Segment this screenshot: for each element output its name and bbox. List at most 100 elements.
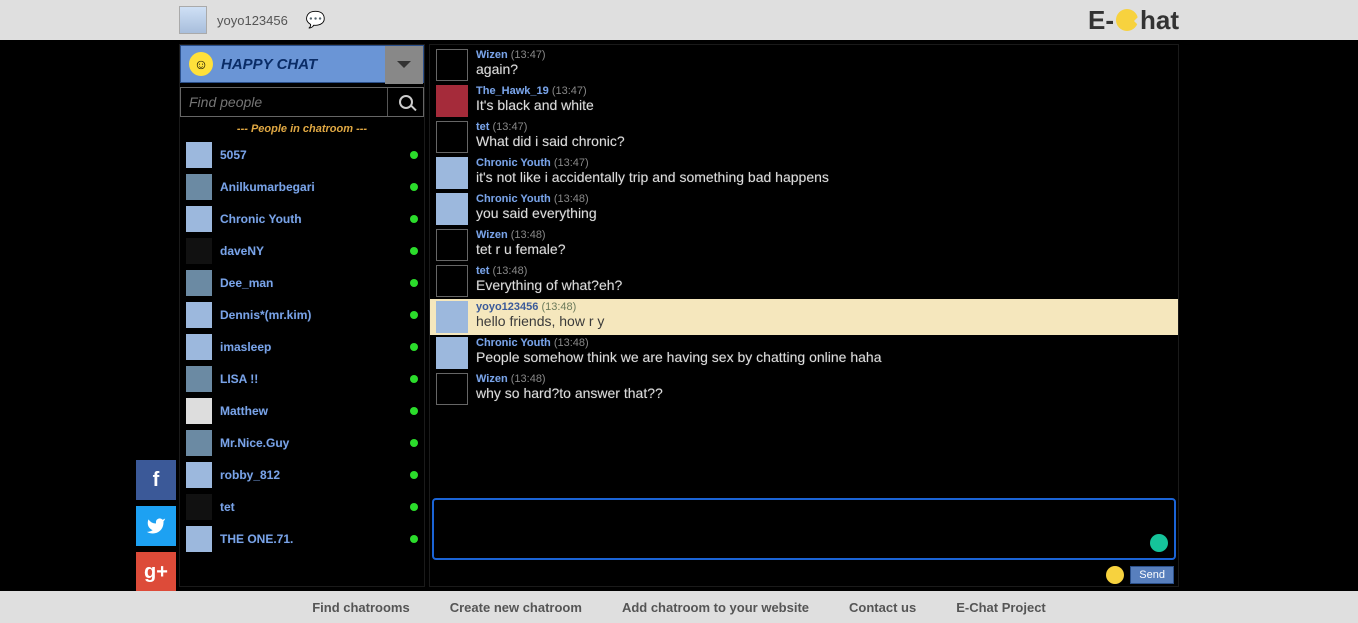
twitter-share[interactable]: [136, 506, 176, 546]
chat-message: yoyo123456 (13:48)hello friends, how r y: [430, 299, 1178, 335]
person-avatar-icon: [186, 334, 212, 360]
message-author[interactable]: Chronic Youth: [476, 157, 551, 169]
chat-message: Wizen (13:48)tet r u female?: [430, 227, 1178, 263]
chat-message: Wizen (13:48)why so hard?to answer that?…: [430, 371, 1178, 407]
message-text: hello friends, how r y: [476, 313, 1172, 329]
list-item[interactable]: Chronic Youth: [180, 203, 424, 235]
message-time: (13:47): [489, 121, 527, 133]
footer-create[interactable]: Create new chatroom: [450, 600, 582, 615]
person-avatar-icon: [186, 494, 212, 520]
current-user[interactable]: yoyo123456 💬: [179, 6, 326, 34]
person-name: robby_812: [220, 468, 402, 482]
input-area: [432, 498, 1176, 560]
messages-icon[interactable]: 💬: [306, 10, 326, 30]
list-item[interactable]: tet: [180, 491, 424, 523]
chat-message: tet (13:47)What did i said chronic?: [430, 119, 1178, 155]
emoji-button[interactable]: [1106, 566, 1124, 584]
list-item[interactable]: robby_812: [180, 459, 424, 491]
people-list[interactable]: 5057 Anilkumarbegari Chronic Youth daveNY De…: [180, 139, 424, 586]
message-avatar-icon: [436, 85, 468, 117]
user-avatar-icon: [179, 6, 207, 34]
online-dot-icon: [410, 247, 418, 255]
message-time: (13:48): [551, 193, 589, 205]
message-author[interactable]: tet: [476, 265, 489, 277]
people-header: --- People in chatroom ---: [180, 117, 424, 139]
room-dropdown[interactable]: [385, 46, 423, 84]
person-name: Anilkumarbegari: [220, 180, 402, 194]
list-item[interactable]: Dennis*(mr.kim): [180, 299, 424, 331]
message-input[interactable]: [432, 498, 1176, 560]
message-author[interactable]: Wizen: [476, 373, 508, 385]
person-name: imasleep: [220, 340, 402, 354]
facebook-share[interactable]: f: [136, 460, 176, 500]
person-name: Dennis*(mr.kim): [220, 308, 402, 322]
message-avatar-icon: [436, 301, 468, 333]
message-author[interactable]: Chronic Youth: [476, 193, 551, 205]
list-item[interactable]: imasleep: [180, 331, 424, 363]
grammarly-icon[interactable]: [1150, 534, 1168, 552]
message-time: (13:47): [551, 157, 589, 169]
chat-log[interactable]: Wizen (13:47)again?The_Hawk_19 (13:47)It…: [430, 45, 1178, 492]
message-time: (13:47): [508, 49, 546, 61]
message-avatar-icon: [436, 337, 468, 369]
googleplus-share[interactable]: g+: [136, 552, 176, 592]
message-text: you said everything: [476, 205, 1172, 221]
message-author[interactable]: tet: [476, 121, 489, 133]
person-name: Dee_man: [220, 276, 402, 290]
list-item[interactable]: Anilkumarbegari: [180, 171, 424, 203]
person-avatar-icon: [186, 430, 212, 456]
list-item[interactable]: Matthew: [180, 395, 424, 427]
online-dot-icon: [410, 503, 418, 511]
message-text: again?: [476, 61, 1172, 77]
online-dot-icon: [410, 215, 418, 223]
message-time: (13:47): [549, 85, 587, 97]
main-area: ☺ HAPPY CHAT --- People in chatroom --- …: [179, 44, 1179, 587]
site-logo[interactable]: E- hat: [1088, 5, 1179, 36]
list-item[interactable]: 5057: [180, 139, 424, 171]
list-item[interactable]: LISA !!: [180, 363, 424, 395]
message-author[interactable]: Wizen: [476, 229, 508, 241]
online-dot-icon: [410, 375, 418, 383]
message-text: why so hard?to answer that??: [476, 385, 1172, 401]
person-avatar-icon: [186, 174, 212, 200]
list-item[interactable]: Mr.Nice.Guy: [180, 427, 424, 459]
message-avatar-icon: [436, 121, 468, 153]
online-dot-icon: [410, 439, 418, 447]
message-text: It's black and white: [476, 97, 1172, 113]
message-avatar-icon: [436, 373, 468, 405]
room-header: ☺ HAPPY CHAT: [180, 45, 424, 83]
message-author[interactable]: Chronic Youth: [476, 337, 551, 349]
person-avatar-icon: [186, 270, 212, 296]
person-avatar-icon: [186, 462, 212, 488]
message-author[interactable]: yoyo123456: [476, 301, 538, 313]
list-item[interactable]: daveNY: [180, 235, 424, 267]
person-name: THE ONE.71.: [220, 532, 402, 546]
search-input[interactable]: [181, 88, 387, 116]
person-name: 5057: [220, 148, 402, 162]
chat-message: Chronic Youth (13:48)People somehow thin…: [430, 335, 1178, 371]
send-button[interactable]: Send: [1130, 566, 1174, 584]
smiley-icon: ☺: [189, 52, 213, 76]
list-item[interactable]: THE ONE.71.: [180, 523, 424, 555]
list-item[interactable]: Dee_man: [180, 267, 424, 299]
message-avatar-icon: [436, 265, 468, 297]
search-button[interactable]: [387, 88, 423, 116]
footer-find[interactable]: Find chatrooms: [312, 600, 410, 615]
message-author[interactable]: The_Hawk_19: [476, 85, 549, 97]
online-dot-icon: [410, 343, 418, 351]
online-dot-icon: [410, 311, 418, 319]
chat-message: Chronic Youth (13:47)it's not like i acc…: [430, 155, 1178, 191]
footer-project[interactable]: E-Chat Project: [956, 600, 1046, 615]
online-dot-icon: [410, 151, 418, 159]
online-dot-icon: [410, 183, 418, 191]
online-dot-icon: [410, 535, 418, 543]
footer-add[interactable]: Add chatroom to your website: [622, 600, 809, 615]
search-icon: [399, 95, 413, 109]
message-author[interactable]: Wizen: [476, 49, 508, 61]
person-name: daveNY: [220, 244, 402, 258]
message-time: (13:48): [551, 337, 589, 349]
person-avatar-icon: [186, 206, 212, 232]
footer-contact[interactable]: Contact us: [849, 600, 916, 615]
message-time: (13:48): [538, 301, 576, 313]
chat-message: The_Hawk_19 (13:47)It's black and white: [430, 83, 1178, 119]
